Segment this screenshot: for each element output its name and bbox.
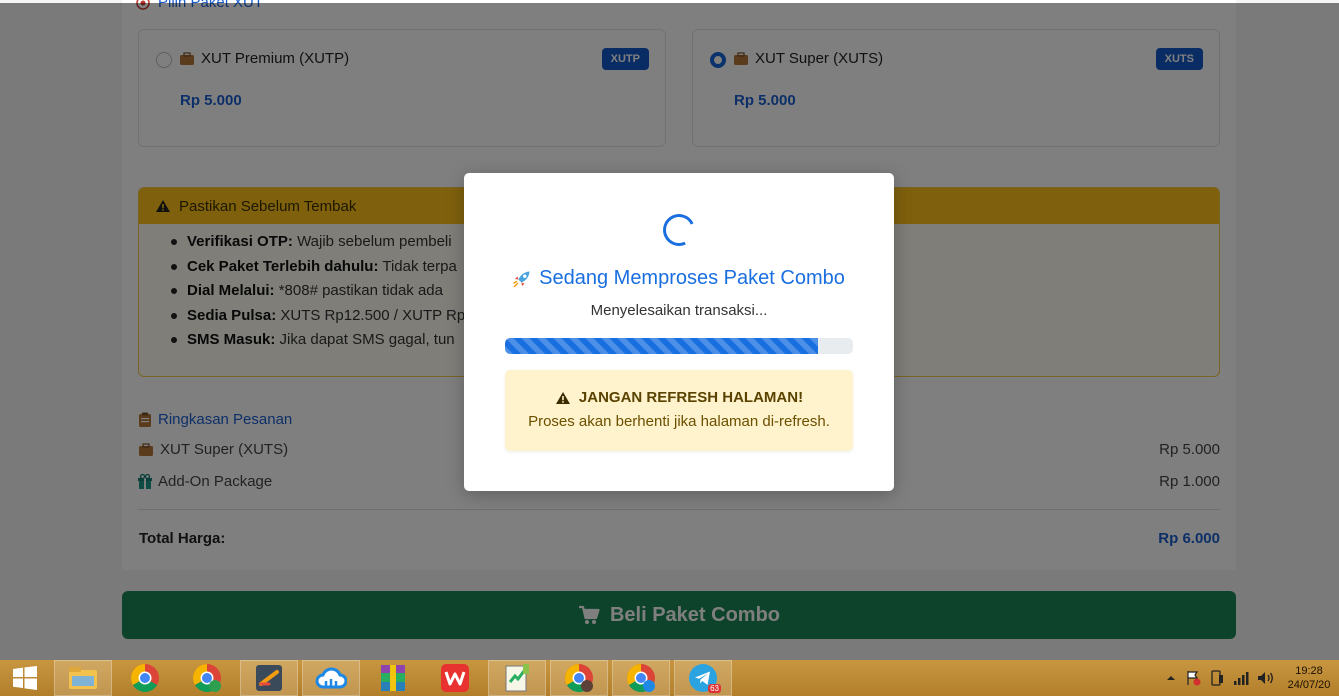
taskbar-chrome-profile[interactable] (612, 660, 670, 696)
clock-time: 19:28 (1295, 665, 1323, 677)
wps-office-icon (441, 664, 469, 692)
start-button[interactable] (0, 660, 50, 696)
chrome-profile-icon (193, 664, 221, 692)
taskbar-telegram[interactable]: 63 (674, 660, 732, 696)
taskbar: 63 19:28 24/07/20 (0, 660, 1339, 696)
clock-date: 24/07/20 (1287, 679, 1331, 691)
taskbar-wps-office[interactable] (426, 660, 484, 696)
taskbar-winrar[interactable] (364, 660, 422, 696)
taskbar-notepad-plus[interactable] (488, 660, 546, 696)
modal-title: Sedang Memproses Paket Combo (464, 267, 894, 290)
system-tray: 19:28 24/07/20 (1165, 660, 1339, 696)
rocket-icon (513, 271, 530, 287)
signal-icon[interactable] (1233, 670, 1249, 686)
device-icon[interactable] (1209, 670, 1225, 686)
file-explorer-icon (69, 667, 97, 689)
chevron-up-icon[interactable] (1165, 673, 1177, 683)
taskbar-file-explorer[interactable] (54, 660, 112, 696)
loading-spinner (658, 209, 700, 251)
clock[interactable]: 19:28 24/07/20 (1283, 664, 1335, 692)
taskbar-cloud[interactable] (302, 660, 360, 696)
taskbar-app[interactable] (240, 660, 298, 696)
alert-title: JANGAN REFRESH HALAMAN! (505, 389, 853, 406)
cloud-icon (315, 667, 347, 689)
taskbar-chrome[interactable] (116, 660, 174, 696)
flag-alert-icon[interactable] (1185, 670, 1201, 686)
refresh-warning-alert: JANGAN REFRESH HALAMAN! Proses akan berh… (505, 370, 853, 451)
chrome-profile-icon (565, 664, 593, 692)
progress-bar (505, 338, 853, 354)
notepad-plus-icon (505, 664, 529, 692)
taskbar-chrome-profile[interactable] (178, 660, 236, 696)
volume-icon[interactable] (1257, 670, 1275, 686)
windows-logo-icon (13, 666, 37, 690)
winrar-icon (381, 665, 405, 691)
warning-triangle-icon (555, 391, 570, 404)
chrome-profile-icon (627, 664, 655, 692)
processing-modal: Sedang Memproses Paket Combo Menyelesaik… (464, 173, 894, 491)
notification-badge: 63 (708, 684, 721, 693)
chrome-icon (131, 664, 159, 692)
modal-subtitle: Menyelesaikan transaksi... (590, 302, 768, 319)
app-icon (256, 665, 282, 691)
taskbar-chrome-profile[interactable] (550, 660, 608, 696)
progress-fill (505, 338, 819, 354)
alert-text: Proses akan berhenti jika halaman di-ref… (528, 413, 830, 430)
